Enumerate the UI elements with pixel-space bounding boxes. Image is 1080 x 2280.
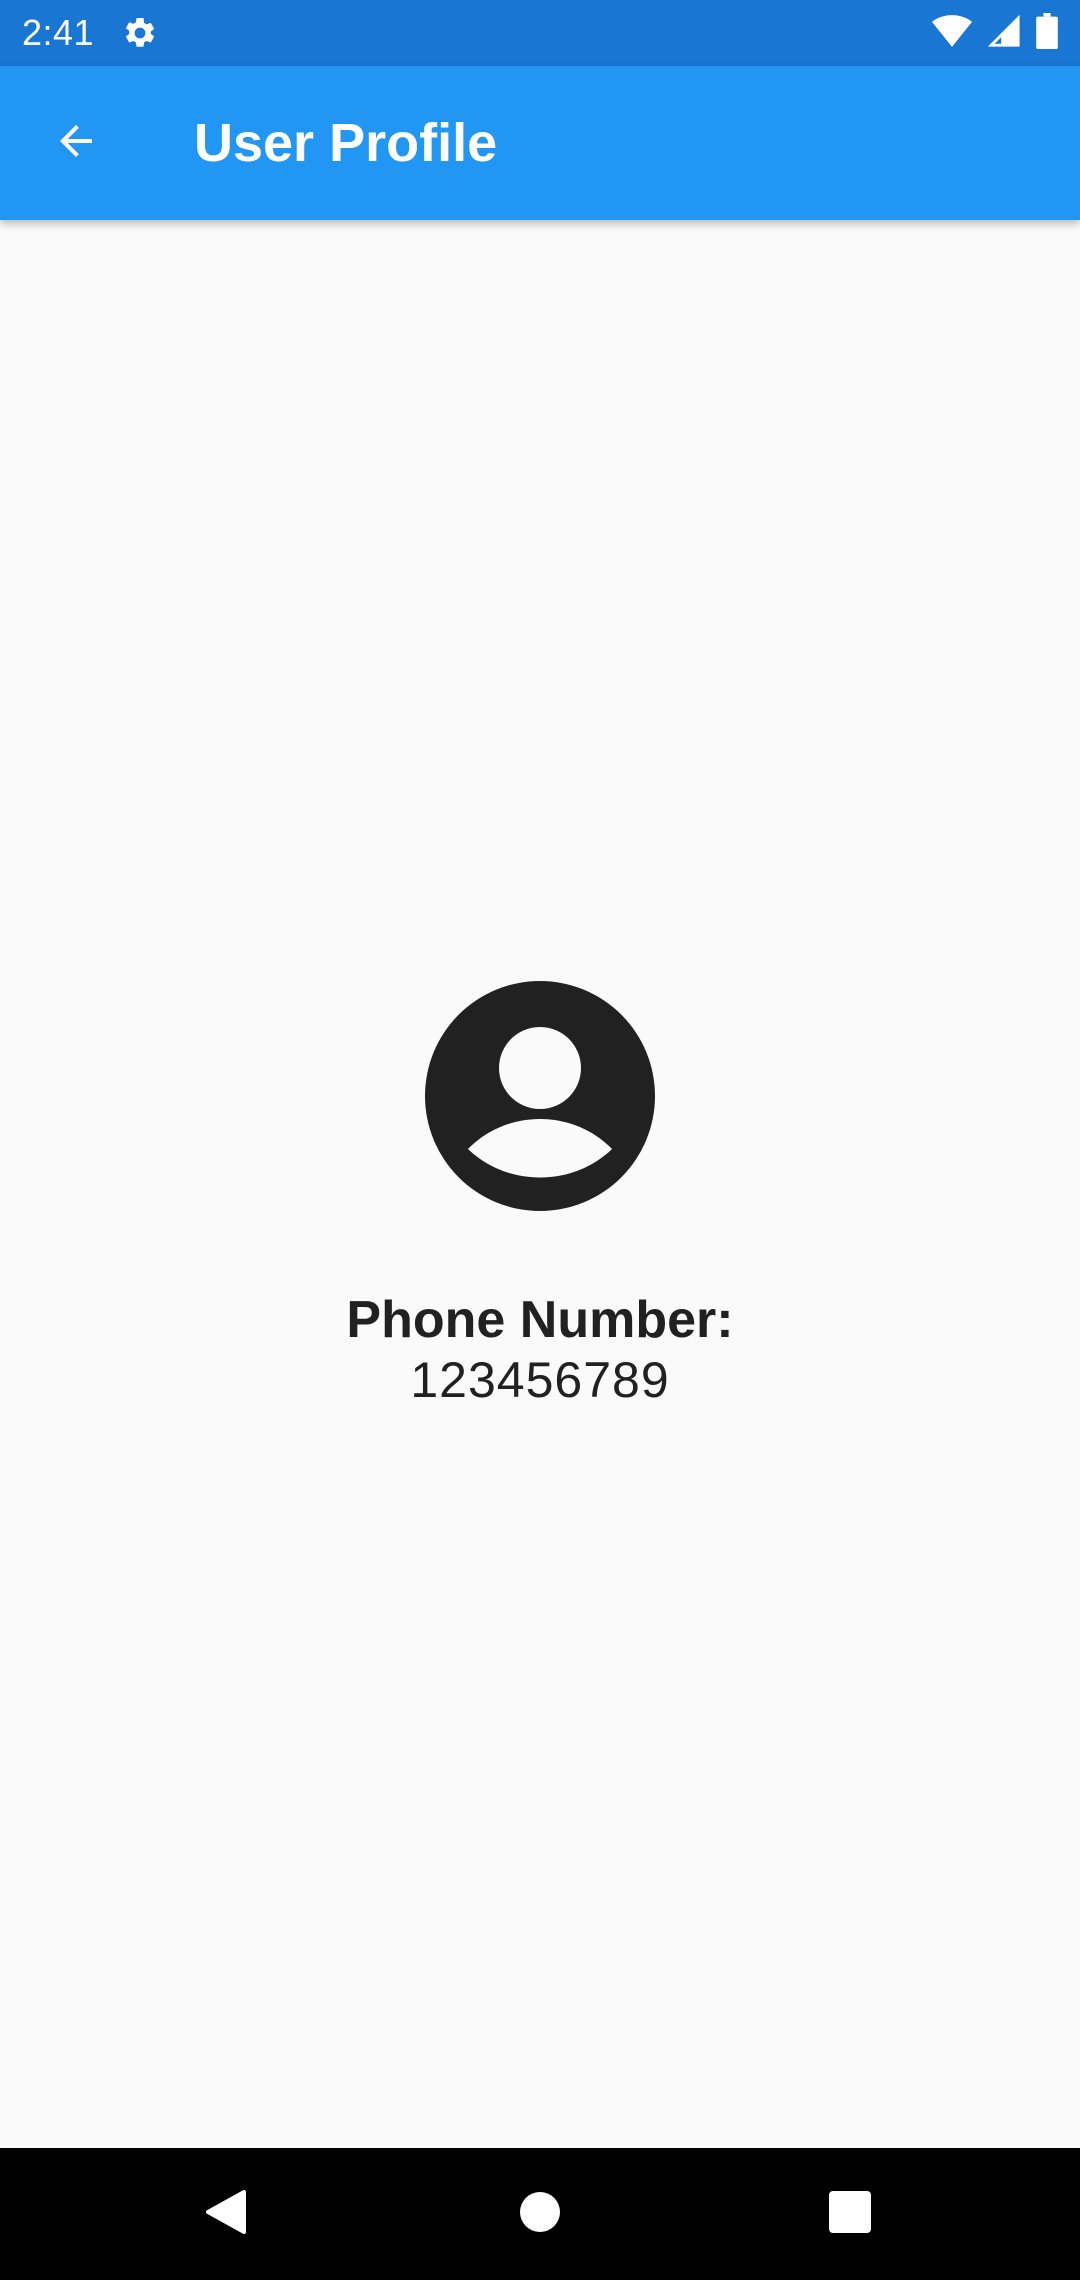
gear-icon [122,15,158,51]
nav-recents-button[interactable] [770,2148,930,2280]
status-icons [932,12,1058,54]
arrow-back-icon [52,117,100,170]
phone-number-value: 123456789 [410,1352,670,1408]
status-bar: 2:41 [0,0,1080,66]
app-bar: User Profile [0,66,1080,220]
home-circle-icon [520,2191,560,2237]
wifi-icon [932,14,972,53]
navigation-bar [0,2148,1080,2280]
page-title: User Profile [194,113,498,173]
status-time: 2:41 [22,12,95,53]
nav-back-button[interactable] [146,2148,306,2280]
screen: 2:41 User Profile Phone Number: 12345678… [0,0,1080,2280]
battery-icon [1036,12,1058,54]
back-triangle-icon [204,2188,248,2241]
nav-home-button[interactable] [460,2148,620,2280]
phone-number-label: Phone Number: [346,1291,734,1349]
recents-square-icon [829,2190,871,2238]
profile-content: Phone Number: 123456789 [0,220,1080,2148]
signal-icon [986,14,1022,53]
account-circle-icon [425,981,655,1211]
back-button[interactable] [36,103,116,183]
